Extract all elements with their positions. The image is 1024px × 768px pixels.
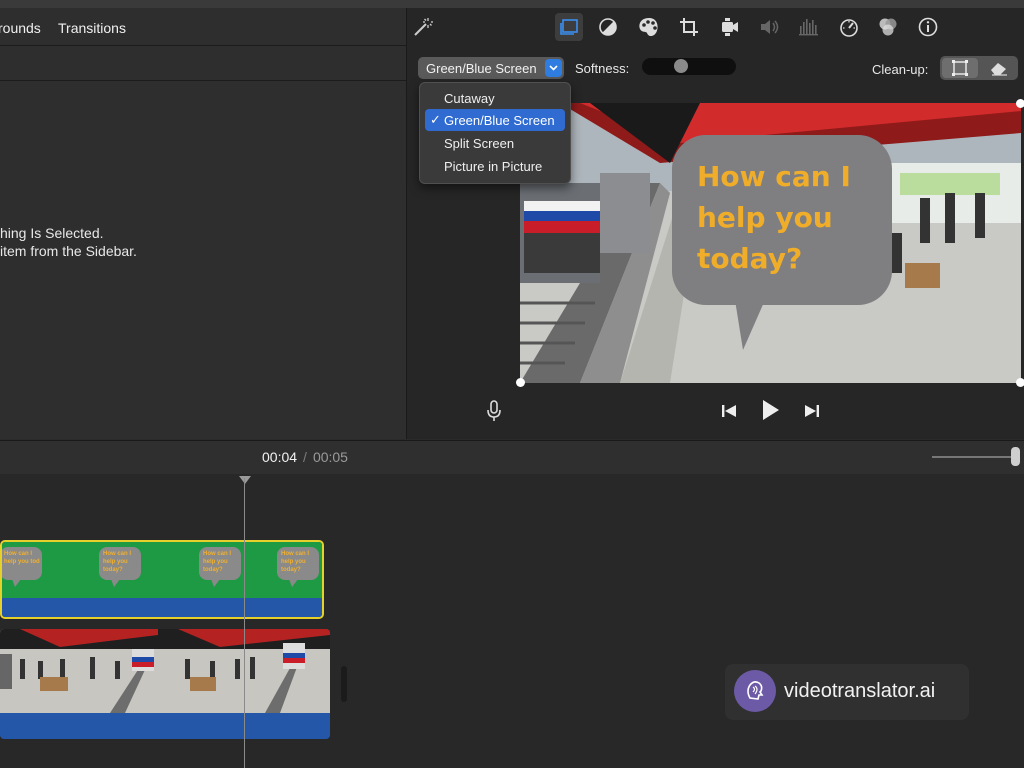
clip-thumbnail-bubble: How can I help you tod: [2, 547, 42, 580]
timeline-zoom-knob[interactable]: [1011, 447, 1020, 466]
timeline-toolbar: [0, 440, 1024, 475]
clip-thumbnail-bubble-tail: [289, 579, 298, 587]
play-icon[interactable]: [756, 396, 784, 424]
playhead[interactable]: [244, 478, 245, 768]
skip-back-icon[interactable]: [716, 398, 742, 424]
microphone-icon[interactable]: [481, 398, 507, 424]
cleanup-label: Clean-up:: [872, 62, 929, 77]
menu-item-green-blue-screen[interactable]: ✓ Green/Blue Screen: [425, 109, 565, 131]
train-station-clip[interactable]: [0, 629, 330, 739]
menu-item-picture-in-picture[interactable]: Picture in Picture: [425, 155, 565, 177]
softness-slider[interactable]: [642, 58, 736, 75]
timecode: 00:04 / 00:05: [262, 449, 348, 465]
menu-item-split-screen[interactable]: Split Screen: [425, 132, 565, 154]
speech-bubble-tail: [735, 300, 765, 350]
tab-backgrounds[interactable]: rounds: [0, 20, 41, 36]
speech-bubble-text: How can I help you today?: [697, 160, 851, 275]
chevron-down-icon: [545, 59, 562, 77]
browser-tabs: rounds Transitions: [0, 8, 406, 46]
color-correction-icon[interactable]: [636, 14, 662, 40]
green-screen-clip-audio: [2, 598, 322, 617]
preview-handle-bottom-right[interactable]: [1016, 378, 1024, 387]
total-duration: 00:05: [312, 449, 348, 465]
clip-thumbnail-bubble: How can I help you today?: [277, 547, 319, 580]
menu-item-cutaway[interactable]: Cutaway: [425, 87, 565, 109]
softness-label: Softness:: [575, 61, 630, 76]
skip-forward-icon[interactable]: [799, 398, 825, 424]
watermark-text: videotranslator.ai: [784, 680, 936, 702]
color-balance-icon[interactable]: [595, 14, 621, 40]
clip-filter-icon[interactable]: [875, 14, 901, 40]
playhead-marker[interactable]: [239, 476, 251, 484]
time-separator: /: [303, 449, 307, 465]
clip-thumbnail-bubble-tail: [211, 579, 220, 587]
noise-reduction-icon[interactable]: [796, 14, 822, 40]
overlay-type-select[interactable]: Green/Blue Screen: [418, 57, 564, 79]
clip-thumbnail-bubble: How can I help you today?: [199, 547, 241, 580]
info-icon[interactable]: [915, 14, 941, 40]
tab-transitions[interactable]: Transitions: [58, 20, 126, 36]
train-station-clip-audio: [0, 713, 330, 739]
preview-handle-top-right[interactable]: [1016, 99, 1024, 108]
eraser-icon[interactable]: [985, 58, 1013, 78]
clip-thumbnail-bubble-tail: [12, 579, 21, 587]
empty-message-title: hing Is Selected.: [0, 225, 104, 241]
crop-icon[interactable]: [676, 14, 702, 40]
checkmark-icon: ✓: [430, 112, 441, 127]
browser-subheader: [0, 46, 406, 81]
green-screen-clip-video: [2, 542, 322, 598]
preview-handle-bottom-left[interactable]: [516, 378, 525, 387]
cleanup-crop-button[interactable]: [942, 58, 978, 78]
magic-wand-icon[interactable]: [410, 14, 436, 40]
timeline-zoom-slider[interactable]: [932, 456, 1016, 458]
clip-thumbnail-bubble: How can I help you today?: [99, 547, 141, 580]
clip-trim-handle[interactable]: [341, 666, 347, 702]
speed-icon[interactable]: [836, 14, 862, 40]
clip-thumbnail-bubble-tail: [111, 579, 120, 587]
empty-message-subtitle: item from the Sidebar.: [0, 243, 137, 259]
overlay-type-menu: Cutaway ✓ Green/Blue Screen Split Screen …: [419, 82, 571, 184]
watermark-logo-icon: [734, 670, 776, 712]
video-overlay-icon[interactable]: [555, 13, 583, 41]
overlay-type-value: Green/Blue Screen: [426, 61, 537, 76]
current-time: 00:04: [262, 449, 298, 465]
volume-icon[interactable]: [756, 14, 782, 40]
green-screen-clip[interactable]: How can I help you tod How can I help yo…: [0, 540, 324, 619]
stabilization-icon[interactable]: [716, 14, 742, 40]
